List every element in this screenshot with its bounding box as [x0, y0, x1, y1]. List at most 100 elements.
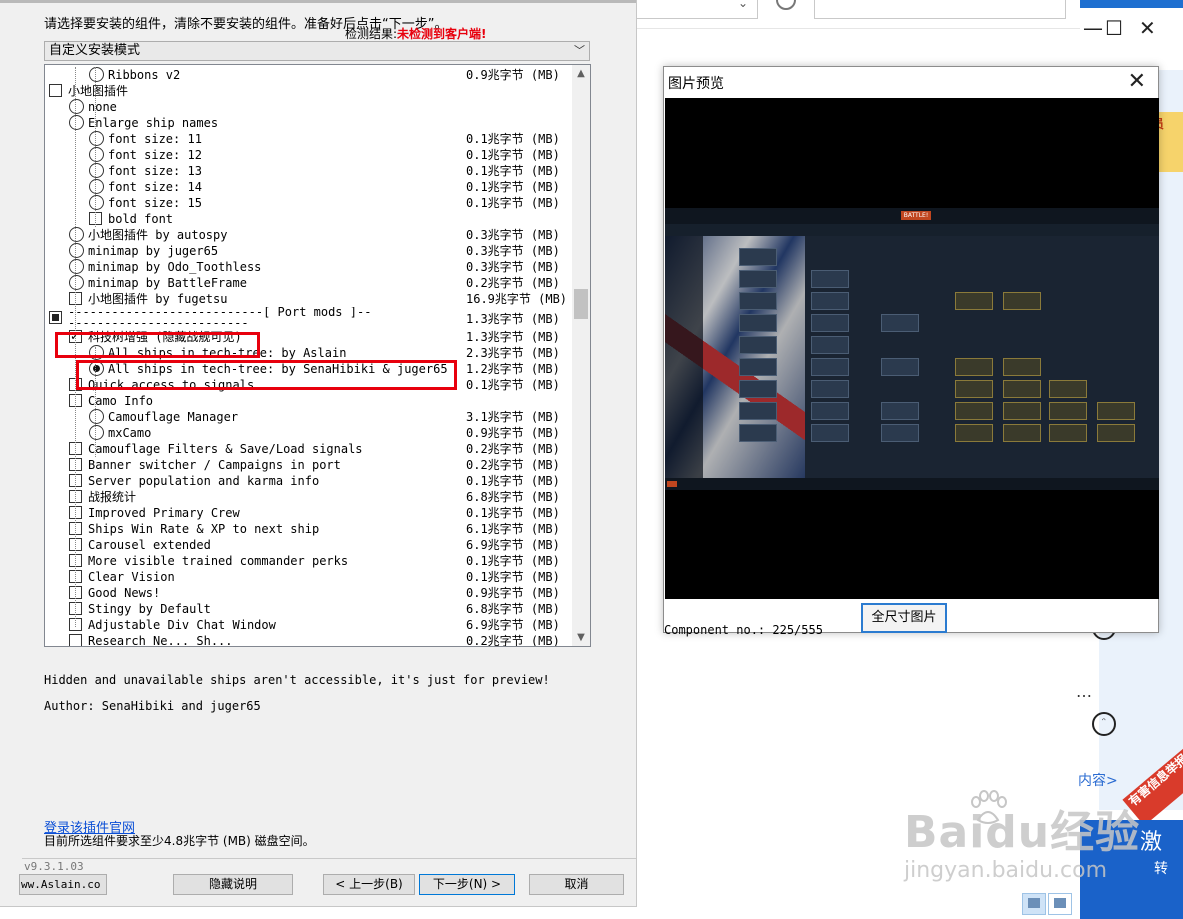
list-item[interactable]: ---------------------------[ Port mods ]… — [45, 307, 570, 329]
list-item[interactable]: font size: 15 0.1兆字节 (MB) — [45, 195, 570, 211]
component-size: 0.1兆字节 (MB) — [466, 132, 560, 146]
tech-tree-node — [955, 292, 993, 310]
list-item[interactable]: Adjustable Div Chat Window 6.9兆字节 (MB) — [45, 617, 570, 633]
list-item[interactable]: 小地图插件 by fugetsu 16.9兆字节 (MB) — [45, 291, 570, 307]
tech-tree-node — [1097, 424, 1135, 442]
component-size: 2.3兆字节 (MB) — [466, 346, 560, 360]
list-item[interactable]: 战报统计 6.8兆字节 (MB) — [45, 489, 570, 505]
close-icon[interactable]: ✕ — [1139, 16, 1156, 40]
list-item[interactable]: minimap by juger65 0.3兆字节 (MB) — [45, 243, 570, 259]
list-item[interactable]: Improved Primary Crew 0.1兆字节 (MB) — [45, 505, 570, 521]
install-mode-select[interactable]: 自定义安装模式 ﹀ — [44, 41, 590, 61]
cancel-button[interactable]: 取消 — [529, 874, 624, 895]
component-size: 0.1兆字节 (MB) — [466, 570, 560, 584]
radio-button[interactable] — [69, 115, 84, 130]
list-item[interactable]: mxCamo 0.9兆字节 (MB) — [45, 425, 570, 441]
scroll-up-icon[interactable]: ▲ — [572, 65, 590, 82]
component-label: font size: 15 — [108, 196, 202, 210]
tech-tree-node — [739, 402, 777, 420]
back-button[interactable]: < 上一步(B) — [323, 874, 415, 895]
maximize-icon[interactable]: ☐ — [1105, 16, 1123, 40]
list-item[interactable]: Camo Info — [45, 393, 570, 409]
list-item[interactable]: font size: 14 0.1兆字节 (MB) — [45, 179, 570, 195]
tech-tree-node — [739, 314, 777, 332]
component-size: 6.9兆字节 (MB) — [466, 618, 560, 632]
list-item[interactable]: bold font — [45, 211, 570, 227]
radio-button[interactable] — [89, 195, 104, 210]
checkbox[interactable] — [69, 634, 82, 646]
list-item[interactable]: Research Ne... Sh... 0.2兆字节 (MB) — [45, 633, 570, 647]
component-label: Ships Win Rate & XP to next ship — [88, 522, 320, 536]
list-item[interactable]: minimap by BattleFrame 0.2兆字节 (MB) — [45, 275, 570, 291]
radio-button[interactable] — [89, 147, 104, 162]
checkbox[interactable] — [49, 84, 62, 97]
list-item[interactable]: Stingy by Default 6.8兆字节 (MB) — [45, 601, 570, 617]
list-item[interactable]: Ribbons v2 0.9兆字节 (MB) — [45, 67, 570, 83]
radio-button[interactable] — [69, 227, 84, 242]
list-item[interactable]: Enlarge ship names — [45, 115, 570, 131]
list-item[interactable]: none — [45, 99, 570, 115]
list-view-icon[interactable] — [1022, 893, 1046, 915]
tech-tree-node — [881, 424, 919, 442]
list-item[interactable]: Carousel extended 6.9兆字节 (MB) — [45, 537, 570, 553]
list-item[interactable]: Ships Win Rate & XP to next ship 6.1兆字节 (… — [45, 521, 570, 537]
radio-button[interactable] — [89, 425, 104, 440]
browser-address-field[interactable]: ⌄ — [636, 0, 758, 19]
list-item[interactable]: 小地图插件 — [45, 83, 570, 99]
component-label: bold font — [108, 212, 174, 226]
list-item[interactable]: Camouflage Filters & Save/Load signals 0.… — [45, 441, 570, 457]
tree-scrollbar[interactable]: ▲ ▼ — [572, 65, 590, 646]
more-icon[interactable]: … — [1076, 682, 1092, 701]
radio-button[interactable] — [89, 67, 104, 82]
radio-button[interactable] — [89, 131, 104, 146]
scroll-thumb[interactable] — [574, 289, 588, 319]
component-label: Research Ne... Sh... — [88, 634, 233, 647]
radio-button[interactable] — [69, 275, 84, 290]
detect-label: 检测结果: — [345, 27, 398, 41]
component-label: Improved Primary Crew — [88, 506, 240, 520]
radio-button[interactable] — [69, 99, 84, 114]
radio-button[interactable] — [89, 163, 104, 178]
browser-tab-strip — [1080, 0, 1183, 8]
chevron-down-icon[interactable]: ﹀ — [574, 42, 585, 60]
full-size-image-button[interactable]: 全尺寸图片 — [861, 603, 947, 633]
preview-image: BATTLE! — [665, 98, 1159, 599]
radio-button[interactable] — [89, 409, 104, 424]
list-item[interactable]: font size: 12 0.1兆字节 (MB) — [45, 147, 570, 163]
aslain-site-button[interactable]: ww.Aslain.co — [19, 874, 107, 895]
list-item[interactable]: Good News! 0.9兆字节 (MB) — [45, 585, 570, 601]
content-link[interactable]: 内容> — [1078, 770, 1118, 790]
image-view-icon[interactable] — [1048, 893, 1072, 915]
tech-tree-node — [1003, 292, 1041, 310]
tech-tree-node — [811, 314, 849, 332]
component-tree[interactable]: Ribbons v2 0.9兆字节 (MB) 小地图插件 none Enlarge sh… — [44, 64, 591, 647]
list-item[interactable]: minimap by Odo_Toothless 0.3兆字节 (MB) — [45, 259, 570, 275]
chevron-down-icon[interactable]: ⌄ — [738, 0, 748, 10]
close-icon[interactable]: ✕ — [1128, 69, 1146, 94]
refresh-icon[interactable] — [776, 0, 796, 10]
component-size: 6.1兆字节 (MB) — [466, 522, 560, 536]
scroll-down-icon[interactable]: ▼ — [572, 629, 590, 646]
component-author: Author: SenaHibiki and juger65 — [44, 699, 261, 713]
list-item[interactable]: font size: 13 0.1兆字节 (MB) — [45, 163, 570, 179]
component-label: 小地图插件 by autospy — [88, 228, 228, 242]
list-item[interactable]: font size: 11 0.1兆字节 (MB) — [45, 131, 570, 147]
list-item[interactable]: Clear Vision 0.1兆字节 (MB) — [45, 569, 570, 585]
list-item[interactable]: Banner switcher / Campaigns in port 0.2兆字… — [45, 457, 570, 473]
minimize-icon[interactable]: — — [1083, 16, 1103, 40]
list-item[interactable]: Server population and karma info 0.1兆字节 (… — [45, 473, 570, 489]
next-button[interactable]: 下一步(N) > — [419, 874, 515, 895]
hide-description-button[interactable]: 隐藏说明 — [173, 874, 293, 895]
list-item[interactable]: 小地图插件 by autospy 0.3兆字节 (MB) — [45, 227, 570, 243]
list-item[interactable]: More visible trained commander perks 0.1兆… — [45, 553, 570, 569]
version-label: v9.3.1.03 — [24, 860, 84, 873]
radio-button[interactable] — [69, 243, 84, 258]
checkbox[interactable] — [49, 311, 62, 324]
radio-button[interactable] — [89, 179, 104, 194]
component-label: Adjustable Div Chat Window — [88, 618, 276, 632]
emoji-icon[interactable]: ᵔ — [1092, 712, 1116, 736]
list-item[interactable]: Camouflage Manager 3.1兆字节 (MB) — [45, 409, 570, 425]
component-size: 16.9兆字节 (MB) — [466, 292, 568, 306]
radio-button[interactable] — [69, 259, 84, 274]
browser-search-field[interactable]: ⌕ — [814, 0, 1066, 19]
